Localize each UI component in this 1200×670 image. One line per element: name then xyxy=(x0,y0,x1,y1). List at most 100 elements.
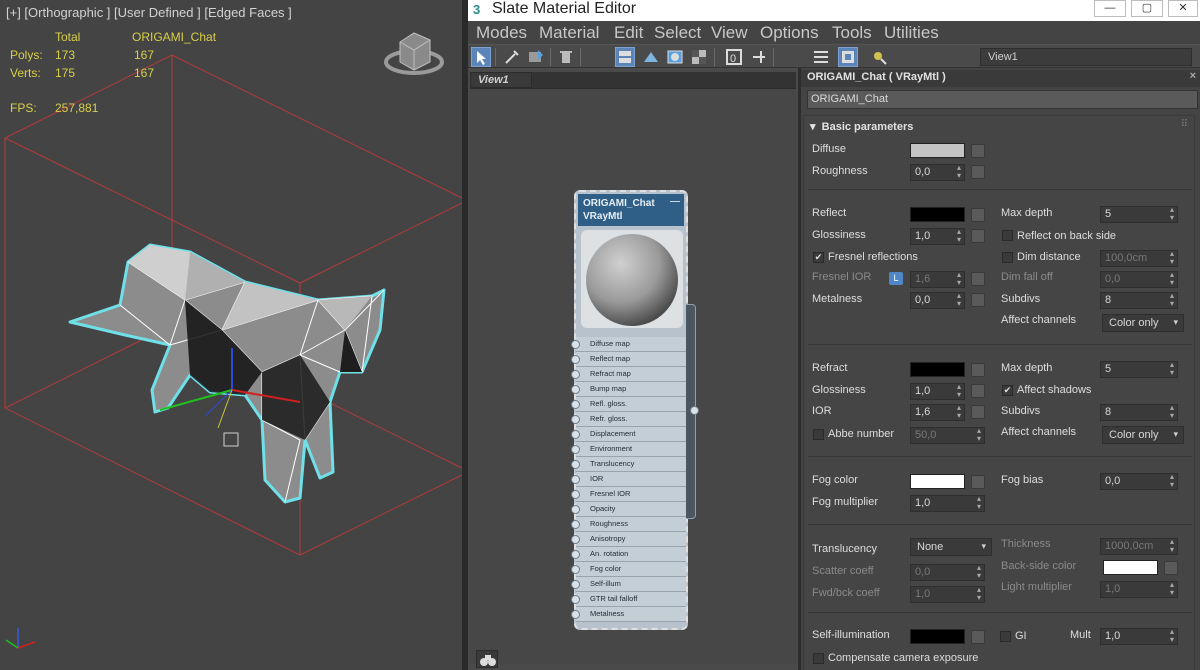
fresnel-checkbox[interactable]: ✔ xyxy=(813,252,824,263)
slot-socket[interactable] xyxy=(571,550,580,559)
slot-socket[interactable] xyxy=(571,490,580,499)
node-slot[interactable]: Anisotropy xyxy=(571,532,686,547)
menu-options[interactable]: Options xyxy=(760,23,819,43)
slot-socket[interactable] xyxy=(571,460,580,469)
node-slot[interactable]: Self-illum xyxy=(571,577,686,592)
slot-socket[interactable] xyxy=(571,505,580,514)
fog-color-map-button[interactable] xyxy=(971,475,985,489)
title-bar[interactable]: 3 Slate Material Editor — ▢ ✕ xyxy=(468,0,1200,21)
node-header[interactable]: ORIGAMI_Chat VRayMtl — xyxy=(578,194,684,226)
node-slot[interactable]: Reflect map xyxy=(571,352,686,367)
node-minimize-button[interactable]: — xyxy=(670,195,680,208)
viewport-label[interactable]: [+] [Orthographic ] [User Defined ] [Edg… xyxy=(6,5,292,20)
refl-glossiness-spinner[interactable]: 1,0 ▴ ▾ xyxy=(910,228,965,245)
reflect-color-swatch[interactable] xyxy=(910,207,965,222)
slot-socket[interactable] xyxy=(571,370,580,379)
ior-map-button[interactable] xyxy=(971,405,985,419)
output-socket[interactable] xyxy=(690,406,699,415)
fog-color-swatch[interactable] xyxy=(910,474,965,489)
delete-icon[interactable] xyxy=(556,47,576,67)
refr-glossiness-map-button[interactable] xyxy=(971,384,985,398)
slot-socket[interactable] xyxy=(571,565,580,574)
fog-bias-spinner[interactable]: 0,0 ▴ ▾ xyxy=(1100,473,1178,490)
node-slot[interactable]: An. rotation xyxy=(571,547,686,562)
diffuse-map-button[interactable] xyxy=(971,144,985,158)
slot-socket[interactable] xyxy=(571,595,580,604)
rollout-header[interactable]: ▾ Basic parameters xyxy=(810,120,913,133)
refr-subdivs-spinner[interactable]: 8 ▴ ▾ xyxy=(1100,404,1178,421)
node-slot[interactable]: Metalness xyxy=(571,607,686,622)
menu-utilities[interactable]: Utilities xyxy=(884,23,939,43)
viewcube-icon[interactable] xyxy=(384,32,444,75)
material-node[interactable]: ORIGAMI_Chat VRayMtl — Diffuse map Refle… xyxy=(571,190,688,630)
slot-socket[interactable] xyxy=(571,385,580,394)
viewport[interactable]: [+] [Orthographic ] [User Defined ] [Edg… xyxy=(0,0,462,670)
light-multiplier-spinner[interactable]: 1,0 ▴ ▾ xyxy=(1100,581,1178,598)
rollout-grip-icon[interactable]: ⠿ xyxy=(1181,119,1188,130)
show-map-icon[interactable] xyxy=(665,47,685,67)
refr-affect-channels-dropdown[interactable]: Color only ▾ xyxy=(1102,426,1184,444)
tab-view1[interactable]: View1 xyxy=(470,72,532,88)
node-slot[interactable]: Roughness xyxy=(571,517,686,532)
binoculars-icon[interactable] xyxy=(476,650,498,668)
menu-select[interactable]: Select xyxy=(654,23,701,43)
node-slot[interactable]: Opacity xyxy=(571,502,686,517)
menu-edit[interactable]: Edit xyxy=(614,23,643,43)
metalness-spinner[interactable]: 0,0 ▴ ▾ xyxy=(910,292,965,309)
fresnel-ior-map-button[interactable] xyxy=(971,272,985,286)
compensate-checkbox[interactable] xyxy=(813,653,824,664)
fwd-bck-coeff-spinner[interactable]: 1,0 ▴ ▾ xyxy=(910,586,985,603)
mult-spinner[interactable]: 1,0 ▴ ▾ xyxy=(1100,628,1178,645)
menu-view[interactable]: View xyxy=(711,23,748,43)
node-canvas[interactable]: ORIGAMI_Chat VRayMtl — Diffuse map Refle… xyxy=(470,88,796,664)
affect-shadows-checkbox[interactable]: ✔ xyxy=(1002,385,1013,396)
roughness-map-button[interactable] xyxy=(971,165,985,179)
translucency-dropdown[interactable]: None ▾ xyxy=(910,538,992,556)
material-name-field[interactable]: ORIGAMI_Chat xyxy=(807,90,1198,109)
eyedropper-icon[interactable] xyxy=(502,47,522,67)
abbe-spinner[interactable]: 50,0 ▴ ▾ xyxy=(910,427,985,444)
dim-falloff-spinner[interactable]: 0,0 ▴ ▾ xyxy=(1100,271,1178,288)
self-illum-color-swatch[interactable] xyxy=(910,629,965,644)
fresnel-ior-lock-button[interactable]: L xyxy=(889,272,903,285)
slot-socket[interactable] xyxy=(571,580,580,589)
refl-subdivs-spinner[interactable]: 8 ▴ ▾ xyxy=(1100,292,1178,309)
backside-color-map-button[interactable] xyxy=(1164,561,1178,575)
metalness-map-button[interactable] xyxy=(971,293,985,307)
minimize-button[interactable]: — xyxy=(1094,0,1126,17)
move-children-icon[interactable] xyxy=(615,47,635,67)
node-slot[interactable]: Diffuse map xyxy=(571,337,686,352)
menu-material[interactable]: Material xyxy=(539,23,599,43)
node-slot[interactable]: Refr. gloss. xyxy=(571,412,686,427)
panel-close-icon[interactable]: × xyxy=(1190,70,1196,82)
node-slot[interactable]: Environment xyxy=(571,442,686,457)
reflect-back-checkbox[interactable] xyxy=(1002,230,1013,241)
material-map-browser-icon[interactable] xyxy=(870,47,890,67)
slot-socket[interactable] xyxy=(571,475,580,484)
ior-spinner[interactable]: 1,6 ▴ ▾ xyxy=(910,404,965,421)
scatter-coeff-spinner[interactable]: 0,0 ▴ ▾ xyxy=(910,564,985,581)
dim-distance-checkbox[interactable] xyxy=(1002,252,1013,263)
refr-max-depth-spinner[interactable]: 5 ▴ ▾ xyxy=(1100,361,1178,378)
view-selector[interactable]: View1 xyxy=(980,48,1192,66)
slot-socket[interactable] xyxy=(571,610,580,619)
abbe-checkbox[interactable] xyxy=(813,429,824,440)
refl-glossiness-map-button[interactable] xyxy=(971,229,985,243)
node-slot[interactable]: GTR tail falloff xyxy=(571,592,686,607)
node-slot[interactable]: Fresnel IOR xyxy=(571,487,686,502)
hide-unused-icon[interactable] xyxy=(641,47,661,67)
fog-multiplier-spinner[interactable]: 1,0 ▴ ▾ xyxy=(910,495,985,512)
self-illum-map-button[interactable] xyxy=(971,630,985,644)
node-slot[interactable]: IOR xyxy=(571,472,686,487)
background-icon[interactable] xyxy=(689,47,709,67)
refract-color-swatch[interactable] xyxy=(910,362,965,377)
fresnel-ior-spinner[interactable]: 1,6 ▴ ▾ xyxy=(910,271,965,288)
node-slot[interactable]: Displacement xyxy=(571,427,686,442)
refract-map-button[interactable] xyxy=(971,363,985,377)
sample-slot-icon[interactable]: 0 xyxy=(724,47,744,67)
node-slot[interactable]: Refl. gloss. xyxy=(571,397,686,412)
assign-material-icon[interactable] xyxy=(526,47,546,67)
menu-tools[interactable]: Tools xyxy=(832,23,872,43)
layout-children-icon[interactable] xyxy=(811,47,831,67)
slot-socket[interactable] xyxy=(571,445,580,454)
